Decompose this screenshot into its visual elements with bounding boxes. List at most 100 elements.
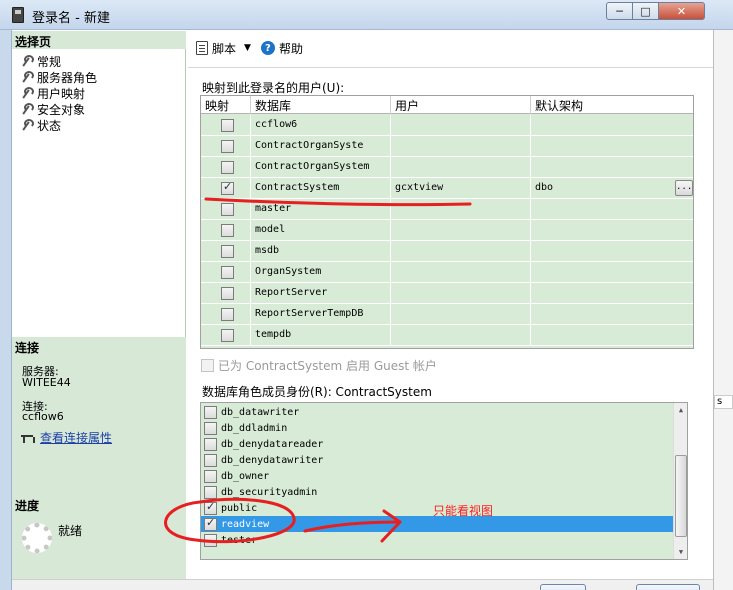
page-item-user-mapping[interactable]: 用户映射 <box>20 85 97 101</box>
table-row[interactable]: ContractSystemgcxtviewdbo... <box>201 178 693 199</box>
toolbar: 脚本 ▼ ? 帮助 <box>196 39 303 57</box>
page-item-server-roles[interactable]: 服务器角色 <box>20 69 97 85</box>
user-cell[interactable] <box>391 241 531 262</box>
list-item[interactable]: db_owner <box>201 468 673 484</box>
map-checkbox[interactable] <box>221 224 234 237</box>
role-checkbox[interactable] <box>204 405 217 419</box>
role-checkbox[interactable] <box>204 469 217 483</box>
user-mapping-grid[interactable]: 映射 数据库 用户 默认架构 ccflow6 ContractOrganSyste… <box>200 95 694 349</box>
map-checkbox[interactable] <box>221 266 234 279</box>
user-cell[interactable] <box>391 157 531 178</box>
table-row[interactable]: ReportServerTempDB <box>201 304 693 325</box>
page-list: 常规 服务器角色 用户映射 安全对象 状态 <box>20 53 97 133</box>
column-header-user[interactable]: 用户 <box>391 96 531 114</box>
script-icon[interactable] <box>196 41 208 55</box>
role-checkbox[interactable] <box>204 421 217 435</box>
schema-cell[interactable] <box>531 157 693 178</box>
list-item[interactable]: tester <box>201 532 673 548</box>
list-item[interactable]: db_denydatawriter <box>201 452 673 468</box>
schema-cell[interactable]: dbo <box>531 178 693 199</box>
user-cell[interactable] <box>391 136 531 157</box>
map-checkbox[interactable] <box>221 119 234 132</box>
role-checkbox[interactable] <box>204 533 217 547</box>
scrollbar-thumb[interactable] <box>675 455 687 537</box>
table-row[interactable]: OrganSystem <box>201 262 693 283</box>
schema-cell[interactable] <box>531 325 693 346</box>
title-bar[interactable]: 登录名 - 新建 ─ □ ✕ <box>0 0 733 30</box>
user-cell[interactable]: gcxtview <box>391 178 531 199</box>
table-row[interactable]: ReportServer <box>201 283 693 304</box>
role-checkbox[interactable] <box>204 516 217 531</box>
role-checkbox[interactable] <box>204 485 217 499</box>
schema-cell[interactable] <box>531 199 693 220</box>
maximize-button[interactable]: □ <box>633 2 659 20</box>
cancel-button[interactable] <box>636 584 700 590</box>
schema-cell[interactable] <box>531 304 693 325</box>
map-checkbox[interactable] <box>221 203 234 216</box>
column-header-default-schema[interactable]: 默认架构 <box>531 96 693 114</box>
help-icon[interactable]: ? <box>260 41 275 55</box>
table-row[interactable]: ccflow6 <box>201 115 693 136</box>
map-checkbox[interactable] <box>221 140 234 153</box>
user-cell[interactable] <box>391 199 531 220</box>
list-item[interactable]: db_ddladmin <box>201 420 673 436</box>
schema-cell[interactable] <box>531 283 693 304</box>
table-row[interactable]: ContractOrganSystem <box>201 157 693 178</box>
list-item[interactable]: db_denydatareader <box>201 436 673 452</box>
table-row[interactable]: master <box>201 199 693 220</box>
ok-button[interactable] <box>540 584 586 590</box>
column-header-map[interactable]: 映射 <box>201 96 251 114</box>
map-checkbox[interactable] <box>221 308 234 321</box>
table-row[interactable]: ContractOrganSyste <box>201 136 693 157</box>
role-checkbox[interactable] <box>204 500 217 515</box>
map-cell <box>201 325 251 346</box>
schema-cell[interactable] <box>531 262 693 283</box>
user-cell[interactable] <box>391 304 531 325</box>
help-button[interactable]: 帮助 <box>279 40 303 57</box>
database-cell: master <box>251 199 391 220</box>
view-connection-properties[interactable]: 查看连接属性 <box>20 429 112 446</box>
database-cell: ContractOrganSyste <box>251 136 391 157</box>
schema-browse-button[interactable]: ... <box>675 180 693 196</box>
table-row[interactable]: model <box>201 220 693 241</box>
schema-cell[interactable] <box>531 136 693 157</box>
role-checkbox[interactable] <box>204 437 217 451</box>
minimize-button[interactable]: ─ <box>606 2 633 20</box>
user-cell[interactable] <box>391 262 531 283</box>
user-cell[interactable] <box>391 325 531 346</box>
user-cell[interactable] <box>391 115 531 136</box>
map-cell <box>201 157 251 178</box>
role-membership-list[interactable]: db_datawriter db_ddladmin db_denydatareade… <box>200 402 688 560</box>
wrench-icon <box>20 119 34 131</box>
map-checkbox[interactable] <box>221 161 234 174</box>
role-name: db_ddladmin <box>221 422 288 434</box>
schema-cell[interactable] <box>531 115 693 136</box>
map-checkbox[interactable] <box>221 245 234 258</box>
scroll-up-icon[interactable]: ▲ <box>674 403 687 417</box>
list-item[interactable]: db_datawriter <box>201 404 673 420</box>
script-button[interactable]: 脚本 <box>212 40 236 57</box>
map-checkbox[interactable] <box>221 329 234 342</box>
table-row[interactable]: tempdb <box>201 325 693 346</box>
page-item-securables[interactable]: 安全对象 <box>20 101 97 117</box>
close-button[interactable]: ✕ <box>659 2 705 20</box>
map-cell <box>201 220 251 241</box>
role-list-scrollbar[interactable]: ▲ ▼ <box>673 403 687 559</box>
chevron-down-icon[interactable]: ▼ <box>244 43 251 53</box>
schema-cell[interactable] <box>531 241 693 262</box>
role-checkbox[interactable] <box>204 453 217 467</box>
column-header-database[interactable]: 数据库 <box>251 96 391 114</box>
map-checkbox[interactable] <box>221 180 234 195</box>
background-window-text: s <box>714 395 733 409</box>
page-item-general[interactable]: 常规 <box>20 53 97 69</box>
page-item-status[interactable]: 状态 <box>20 117 97 133</box>
user-cell[interactable] <box>391 283 531 304</box>
list-item[interactable]: db_securityadmin <box>201 484 673 500</box>
user-cell[interactable] <box>391 220 531 241</box>
schema-cell[interactable] <box>531 220 693 241</box>
scroll-down-icon[interactable]: ▼ <box>674 545 687 559</box>
map-checkbox[interactable] <box>221 287 234 300</box>
view-connection-link[interactable]: 查看连接属性 <box>40 429 112 446</box>
table-row[interactable]: msdb <box>201 241 693 262</box>
left-pane: 选择页 常规 服务器角色 用户映射 安全对象 状态 连接 服务器: WITEE4… <box>12 31 186 579</box>
